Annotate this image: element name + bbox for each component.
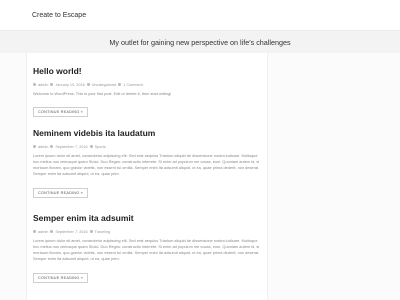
post-title-link[interactable]: Neminem videbis ita laudatum [33, 129, 263, 138]
folder-icon [89, 145, 93, 148]
comment-icon [118, 83, 122, 86]
clock-icon [50, 83, 54, 86]
main-content: Hello world! admin January 19, 2016 Unca… [0, 53, 400, 300]
post-category-link[interactable]: Traveling [95, 230, 110, 234]
post-category-link[interactable]: Sports [95, 145, 106, 149]
user-icon [33, 83, 36, 86]
post-title-link[interactable]: Hello world! [33, 67, 263, 76]
tagline-band: My outlet for gaining new perspective on… [0, 31, 400, 53]
site-header: Create to Escape [0, 0, 400, 31]
folder-icon [89, 230, 93, 233]
post-author-link[interactable]: admin [38, 230, 48, 234]
post-item: Neminem videbis ita laudatum admin Septe… [33, 129, 263, 199]
post-comments-link[interactable]: 1 Comment [123, 83, 143, 87]
site-tagline: My outlet for gaining new perspective on… [109, 37, 291, 47]
post-meta: admin September 7, 2016 Traveling [33, 230, 263, 234]
clock-icon [50, 145, 54, 148]
post-excerpt: Lorem ipsum dolor sit amet, consectetur … [33, 237, 260, 261]
continue-reading-button[interactable]: CONTINUE READING » [33, 187, 88, 198]
continue-reading-button[interactable]: CONTINUE READING » [33, 107, 88, 118]
post-excerpt: Lorem ipsum dolor sit amet, consectetur … [33, 152, 260, 176]
post-author-link[interactable]: admin [38, 83, 48, 87]
user-icon [33, 145, 36, 148]
folder-icon [86, 83, 90, 86]
post-date-link[interactable]: January 19, 2016 [55, 83, 84, 87]
continue-reading-label: CONTINUE READING » [38, 190, 83, 195]
post-date-link[interactable]: September 7, 2016 [55, 145, 87, 149]
post-meta: admin September 7, 2016 Sports [33, 145, 263, 149]
post-author-link[interactable]: admin [38, 145, 48, 149]
post-meta: admin January 19, 2016 Uncategorized 1 C… [33, 83, 263, 87]
post-date-link[interactable]: September 7, 2016 [55, 230, 87, 234]
post-title-link[interactable]: Semper enim ita adsumit [33, 214, 263, 223]
post-item: Semper enim ita adsumit admin September … [33, 214, 263, 284]
user-icon [33, 230, 36, 233]
continue-reading-label: CONTINUE READING » [38, 110, 83, 115]
post-category-link[interactable]: Uncategorized [92, 83, 116, 87]
continue-reading-button[interactable]: CONTINUE READING » [33, 272, 88, 283]
post-item: Hello world! admin January 19, 2016 Unca… [33, 67, 263, 118]
post-excerpt: Welcome to WordPress. This is your first… [33, 90, 172, 96]
continue-reading-label: CONTINUE READING » [38, 275, 83, 280]
page: Create to Escape My outlet for gaining n… [0, 0, 400, 300]
clock-icon [50, 230, 54, 233]
posts-column: Hello world! admin January 19, 2016 Unca… [26, 53, 268, 300]
site-title-link[interactable]: Create to Escape [32, 12, 86, 19]
